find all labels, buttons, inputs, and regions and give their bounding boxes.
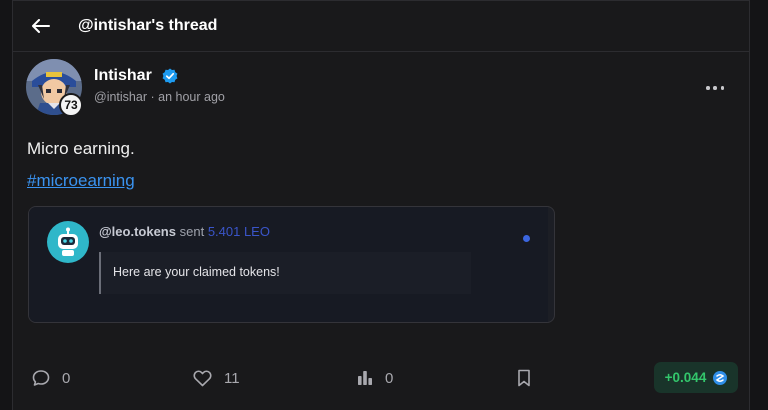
hive-coin-icon [713, 370, 728, 385]
token-amount: 5.401 LEO [207, 224, 270, 239]
meta-separator: · [150, 90, 155, 104]
more-options-button[interactable] [706, 81, 724, 95]
verified-check-icon [162, 68, 178, 84]
post-body-text: Micro earning. [27, 139, 135, 158]
comment-icon [32, 370, 50, 386]
bar-chart-icon [358, 371, 372, 385]
reputation-badge: 73 [59, 93, 83, 117]
like-count: 11 [224, 369, 240, 387]
bookmark-icon [518, 369, 530, 387]
post-time: an hour ago [158, 90, 225, 104]
quoted-message-text: Here are your claimed tokens! [113, 265, 280, 279]
robot-icon [58, 227, 78, 256]
bookmark-button[interactable] [517, 367, 531, 389]
thread-header: @intishar's thread [13, 1, 749, 52]
comment-count: 0 [62, 369, 71, 387]
hashtag-link[interactable]: #microearning [27, 171, 135, 191]
stats-button[interactable]: 0 [357, 367, 393, 389]
back-button[interactable] [31, 16, 51, 36]
post-meta: @intishar · an hour ago [94, 90, 225, 104]
arrow-left-icon [32, 19, 50, 33]
bot-avatar [47, 221, 89, 263]
author-handle[interactable]: @intishar [94, 90, 147, 104]
sender-handle[interactable]: @leo.tokens [99, 224, 176, 239]
embedded-notification-card[interactable]: @leo.tokens sent 5.401 LEO Here are your… [28, 206, 555, 323]
comment-button[interactable]: 0 [32, 367, 70, 389]
payout-button[interactable]: +0.044 [654, 362, 738, 393]
page-title: @intishar's thread [78, 17, 218, 34]
notification-verb: sent [179, 224, 205, 239]
quoted-message: Here are your claimed tokens! [99, 252, 471, 294]
payout-value: +0.044 [664, 370, 707, 385]
notification-line: @leo.tokens sent 5.401 LEO [99, 224, 270, 239]
like-button[interactable]: 11 [193, 367, 240, 389]
heart-icon [193, 369, 212, 386]
embed-content: @leo.tokens sent 5.401 LEO Here are your… [29, 207, 548, 322]
more-horizontal-icon [706, 86, 710, 90]
thread-panel: @intishar's thread 73 Intishar @intishar… [12, 0, 750, 410]
author-name[interactable]: Intishar [94, 67, 152, 85]
stats-count: 0 [385, 369, 394, 387]
unread-dot-icon [523, 235, 530, 242]
